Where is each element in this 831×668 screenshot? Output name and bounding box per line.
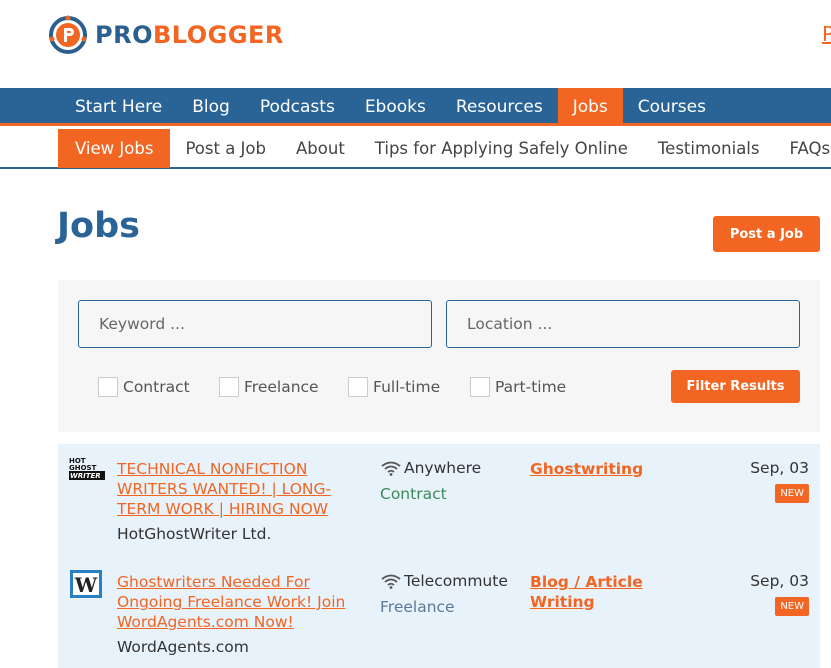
sub-nav-view-jobs[interactable]: View Jobs: [58, 129, 171, 168]
site-header: PROBLOGGER P: [0, 0, 831, 88]
main-nav: Start Here Blog Podcasts Ebooks Resource…: [0, 88, 831, 126]
filter-results-button[interactable]: Filter Results: [671, 370, 800, 403]
nav-item-resources[interactable]: Resources: [441, 88, 558, 126]
checkbox-box[interactable]: [470, 377, 490, 397]
svg-text:WRITER: WRITER: [70, 472, 101, 480]
checkbox-part-time[interactable]: Part-time: [470, 377, 566, 397]
nav-item-jobs[interactable]: Jobs: [557, 88, 623, 126]
job-location-text: Telecommute: [404, 572, 508, 590]
checkbox-box[interactable]: [348, 377, 368, 397]
sub-nav-faqs[interactable]: FAQs: [774, 129, 831, 168]
checkbox-freelance[interactable]: Freelance: [219, 377, 319, 397]
company-logo[interactable]: HOT GHOST WRITER: [69, 456, 105, 482]
job-type: Contract: [380, 485, 447, 503]
logo-mark-icon: [49, 15, 87, 54]
svg-text:GHOST: GHOST: [69, 464, 97, 472]
job-location: Telecommute: [380, 572, 508, 590]
nav-item-blog[interactable]: Blog: [177, 88, 245, 126]
job-category-link[interactable]: Ghostwriting: [530, 459, 660, 479]
job-location-text: Anywhere: [404, 459, 482, 477]
nav-item-courses[interactable]: Courses: [623, 88, 721, 126]
nav-item-podcasts[interactable]: Podcasts: [245, 88, 350, 126]
problogger-logo[interactable]: PROBLOGGER: [47, 14, 284, 56]
sub-nav-testimonials[interactable]: Testimonials: [643, 129, 775, 168]
job-company: WordAgents.com: [117, 638, 249, 656]
logo-pro-text: PRO: [95, 21, 153, 49]
hotghostwriter-logo-icon: HOT GHOST WRITER: [69, 457, 105, 480]
job-title-link[interactable]: TECHNICAL NONFICTION WRITERS WANTED! | L…: [117, 459, 352, 519]
checkbox-box[interactable]: [219, 377, 239, 397]
checkbox-label: Full-time: [373, 378, 441, 396]
keyword-input[interactable]: Keyword ...: [78, 300, 432, 348]
logo-blogger-text: BLOGGER: [152, 21, 284, 49]
sub-nav-tips[interactable]: Tips for Applying Safely Online: [360, 129, 643, 168]
checkbox-contract[interactable]: Contract: [98, 377, 190, 397]
checkbox-box[interactable]: [98, 377, 118, 397]
new-badge: NEW: [775, 597, 809, 616]
wifi-icon: [381, 574, 401, 589]
post-a-job-button[interactable]: Post a Job: [713, 216, 820, 252]
job-company: HotGhostWriter Ltd.: [117, 525, 272, 543]
sub-nav-post-a-job[interactable]: Post a Job: [170, 129, 281, 168]
checkbox-label: Contract: [123, 378, 190, 396]
svg-text:W: W: [74, 573, 98, 597]
sub-nav: View Jobs Post a Job About Tips for Appl…: [0, 129, 831, 169]
job-type: Freelance: [380, 598, 455, 616]
job-location: Anywhere: [380, 459, 481, 477]
job-listing[interactable]: W Ghostwriters Needed For Ongoing Freela…: [58, 557, 820, 668]
job-listing[interactable]: HOT GHOST WRITER TECHNICAL NONFICTION WR…: [58, 444, 820, 557]
new-badge: NEW: [775, 484, 809, 503]
nav-item-start-here[interactable]: Start Here: [60, 88, 177, 126]
job-date: Sep, 03: [750, 572, 809, 590]
job-category-link[interactable]: Blog / Article Writing: [530, 572, 660, 612]
company-logo[interactable]: W: [69, 569, 103, 598]
sub-nav-about[interactable]: About: [281, 129, 360, 168]
checkbox-label: Freelance: [244, 378, 319, 396]
nav-item-ebooks[interactable]: Ebooks: [350, 88, 441, 126]
checkbox-label: Part-time: [495, 378, 567, 396]
filter-panel: Keyword ... Location ... Contract Freela…: [58, 280, 820, 432]
wordagents-logo-icon: W: [70, 570, 102, 598]
wifi-icon: [381, 461, 401, 476]
location-input[interactable]: Location ...: [446, 300, 800, 348]
page-title: Jobs: [57, 206, 140, 246]
checkbox-full-time[interactable]: Full-time: [348, 377, 440, 397]
header-link[interactable]: P: [822, 22, 831, 46]
job-date: Sep, 03: [750, 459, 809, 477]
job-title-link[interactable]: Ghostwriters Needed For Ongoing Freelanc…: [117, 572, 352, 632]
